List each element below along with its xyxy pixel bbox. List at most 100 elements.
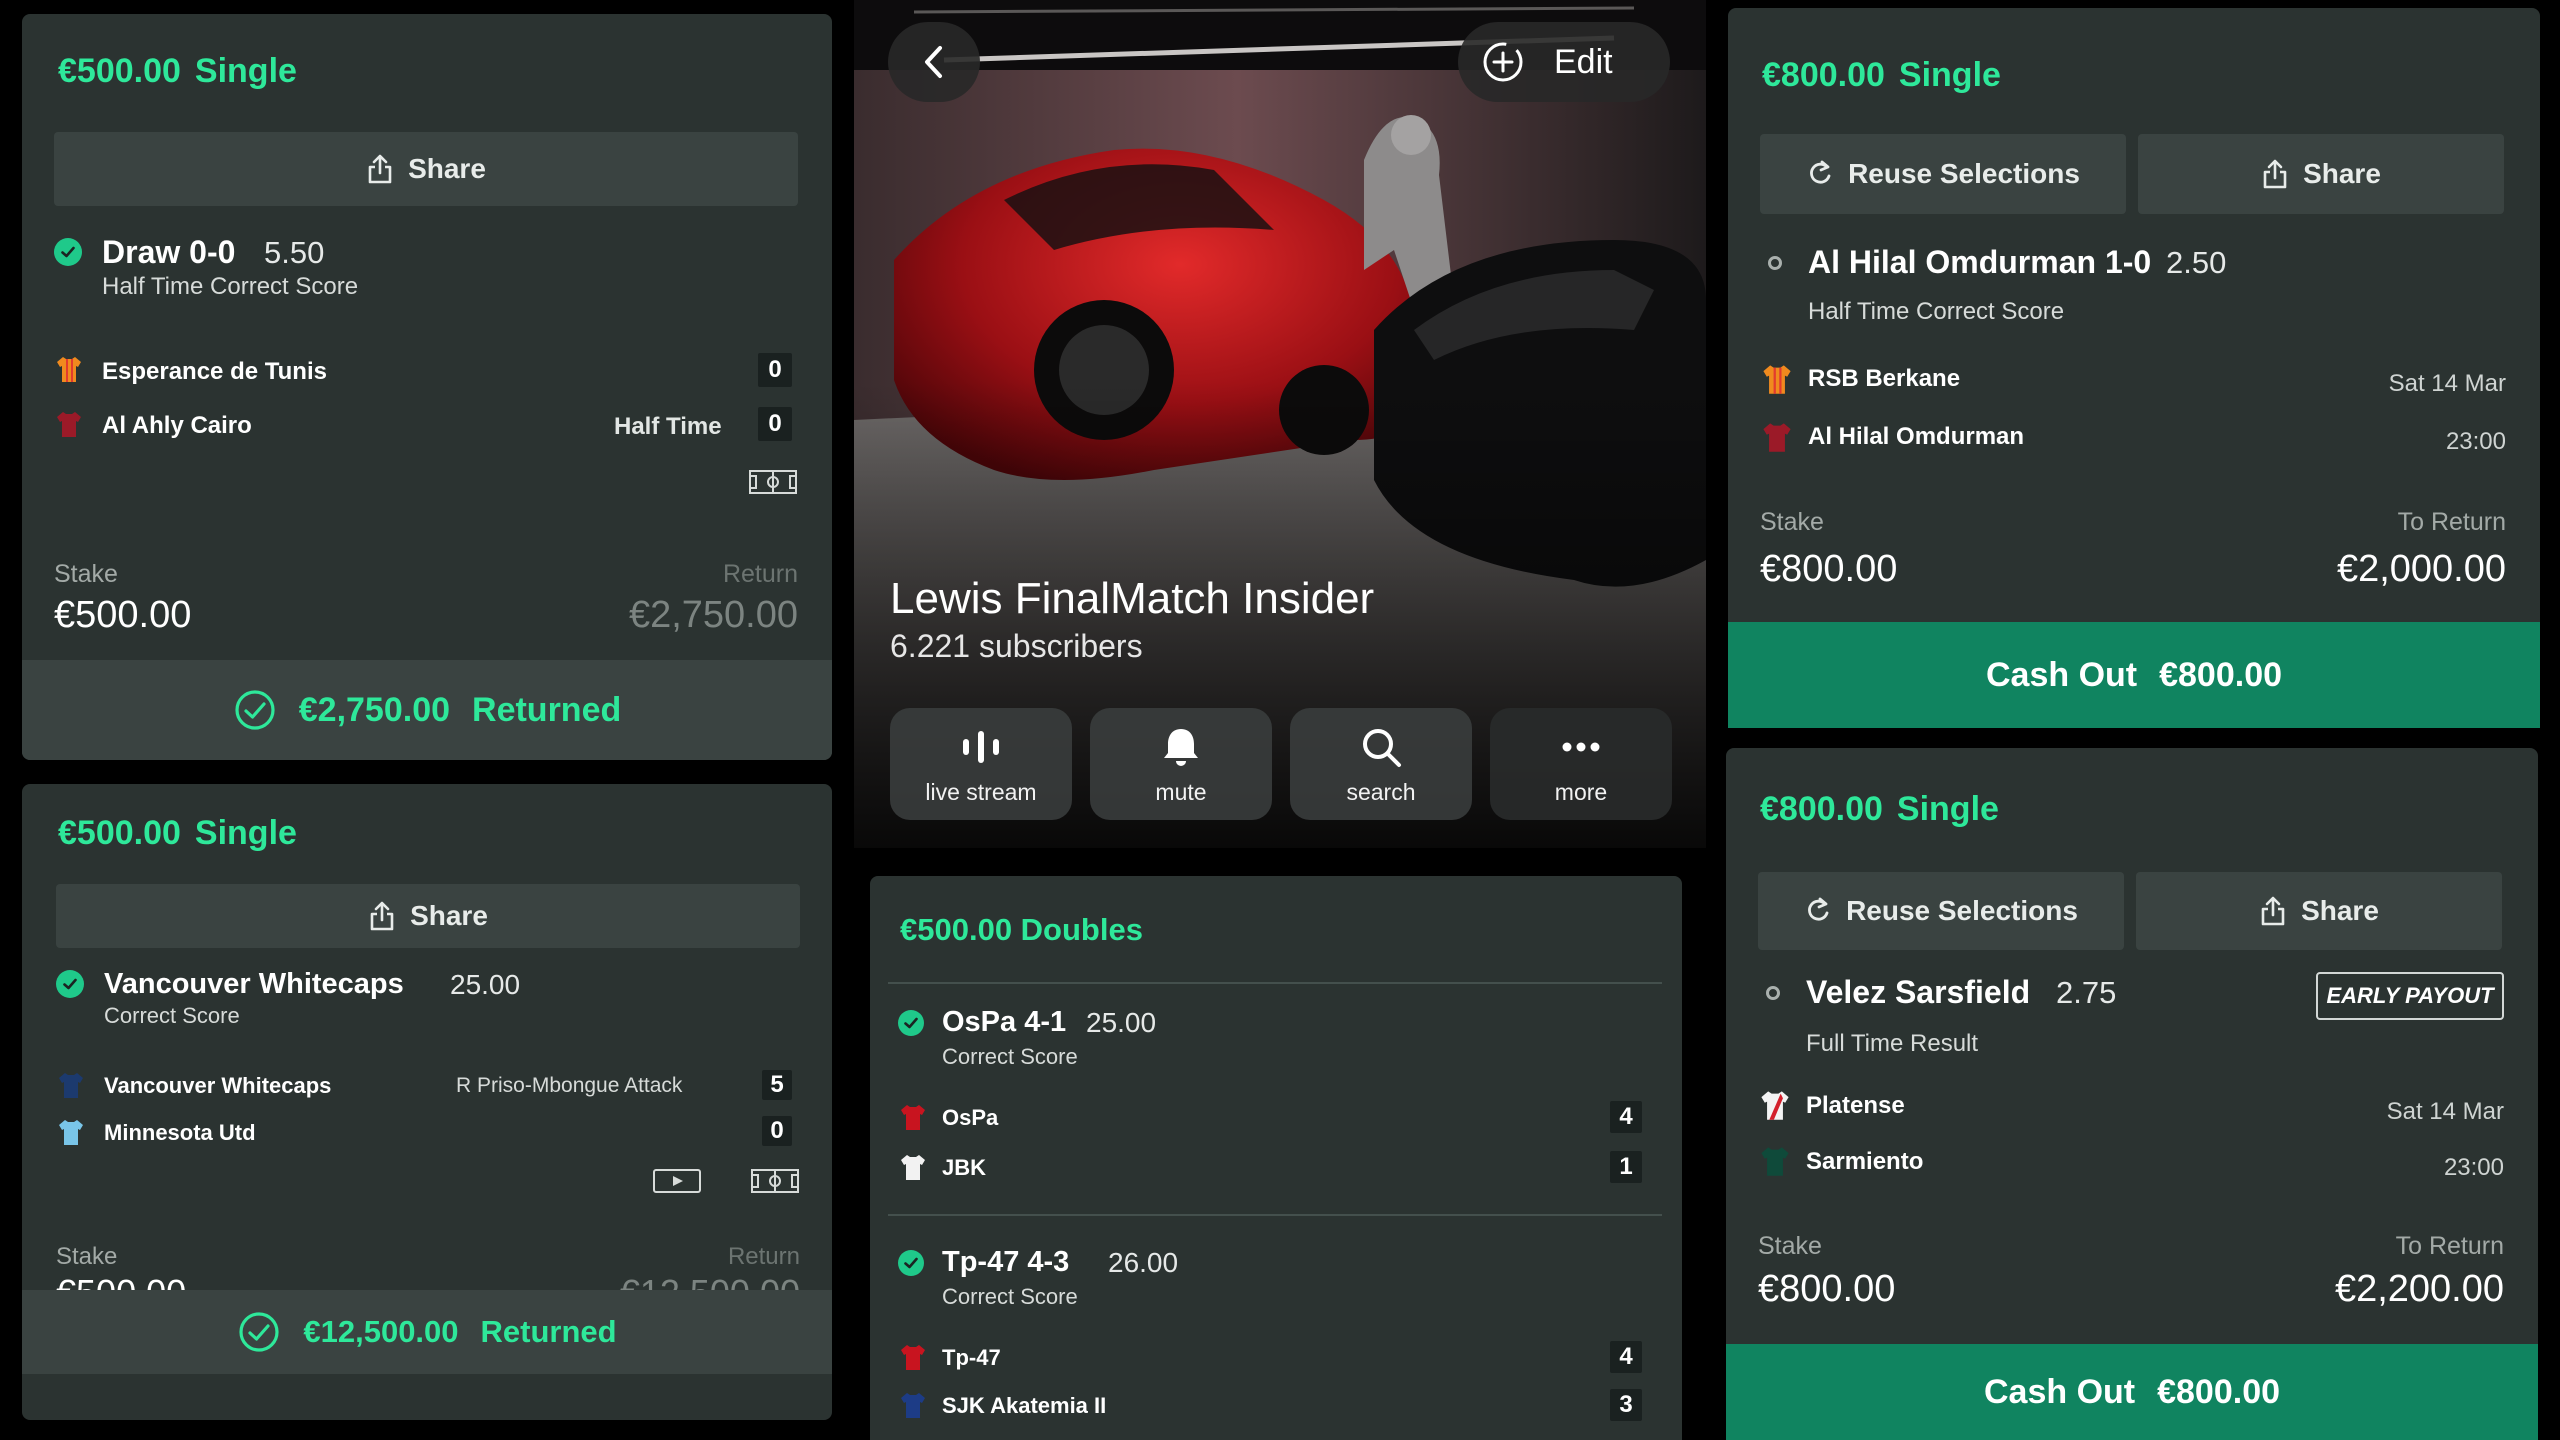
stake-value: €800.00 bbox=[1760, 548, 1898, 590]
returned-label: Returned bbox=[480, 1314, 617, 1349]
check-icon bbox=[898, 1010, 924, 1036]
return-value: €2,750.00 bbox=[628, 594, 798, 636]
bet-title: €800.00 Single bbox=[1760, 790, 1999, 829]
cash-out-label: Cash Out bbox=[1985, 655, 2138, 694]
stake-value: €800.00 bbox=[1758, 1268, 1896, 1310]
bet-amount: €800.00 bbox=[1760, 790, 1883, 828]
bet-card-4: €800.00 Single Reuse Selections Share Vel… bbox=[1726, 748, 2538, 1440]
share-button[interactable]: Share bbox=[2138, 134, 2504, 214]
team-name: SJK Akatemia II bbox=[942, 1393, 1107, 1418]
chevron-left-icon bbox=[925, 46, 942, 78]
button-label: search bbox=[1346, 778, 1416, 805]
team-score: 4 bbox=[1610, 1101, 1642, 1133]
edit-button[interactable]: Edit bbox=[1458, 22, 1670, 102]
bet-card-2: €500.00 Single Share Vancouver Whitecaps … bbox=[22, 784, 832, 1420]
stake-label: Stake bbox=[1760, 508, 1824, 536]
share-icon bbox=[366, 153, 394, 185]
search-button[interactable]: search bbox=[1290, 708, 1472, 820]
team-score: 5 bbox=[762, 1070, 792, 1100]
team-name: Sarmiento bbox=[1806, 1148, 1924, 1175]
button-label: live stream bbox=[925, 778, 1037, 805]
selection-odds: 25.00 bbox=[450, 969, 521, 1000]
channel-video-panel: Edit Lewis FinalMatch Insider 6.221 subs… bbox=[854, 0, 1706, 848]
team-score: 3 bbox=[1610, 1389, 1642, 1421]
reuse-selections-button[interactable]: Reuse Selections bbox=[1758, 872, 2124, 950]
team-shirt-icon bbox=[59, 1073, 83, 1098]
bet-type: Single bbox=[1898, 56, 2001, 94]
check-circle-icon bbox=[233, 688, 277, 732]
reuse-label: Reuse Selections bbox=[1846, 895, 2078, 926]
channel-name: Lewis FinalMatch Insider bbox=[890, 574, 1375, 623]
bet-amount: €800.00 bbox=[1762, 56, 1885, 94]
share-label: Share bbox=[410, 900, 488, 931]
return-label: To Return bbox=[2397, 508, 2506, 536]
selection-name: Tp-47 4-3 bbox=[942, 1246, 1070, 1278]
divider bbox=[888, 1214, 1662, 1216]
share-label: Share bbox=[408, 153, 486, 184]
pitch-icon[interactable] bbox=[748, 469, 798, 495]
return-value: €2,200.00 bbox=[2334, 1268, 2504, 1310]
returned-banner: €2,750.00 Returned bbox=[22, 660, 832, 760]
return-value: €2,000.00 bbox=[2336, 548, 2506, 590]
search-icon bbox=[1363, 728, 1401, 767]
bet-title: €800.00 Single bbox=[1762, 56, 2001, 95]
cash-out-amount: €800.00 bbox=[2157, 1372, 2281, 1411]
selection-name: Vancouver Whitecaps bbox=[104, 968, 404, 1000]
subscriber-count: 6.221 subscribers bbox=[890, 628, 1143, 664]
team-name: JBK bbox=[942, 1155, 987, 1180]
more-button[interactable]: more bbox=[1490, 708, 1672, 820]
market-name: Correct Score bbox=[942, 1044, 1078, 1069]
selection-name: OsPa 4-1 bbox=[942, 1006, 1067, 1038]
cash-out-button[interactable]: Cash Out €800.00 bbox=[1726, 1344, 2538, 1440]
returned-amount: €12,500.00 bbox=[303, 1314, 459, 1349]
team-shirt-icon bbox=[901, 1393, 925, 1418]
team-shirt-icon bbox=[1763, 365, 1791, 394]
button-label: more bbox=[1554, 778, 1608, 805]
team-shirt-icon bbox=[901, 1155, 925, 1180]
bet-type: Single bbox=[1896, 790, 1999, 828]
reuse-label: Reuse Selections bbox=[1848, 158, 2080, 189]
pitch-icon[interactable] bbox=[750, 1168, 800, 1194]
reuse-icon bbox=[1806, 158, 1834, 190]
team-name: Tp-47 bbox=[942, 1345, 1001, 1370]
cash-out-button[interactable]: Cash Out €800.00 bbox=[1728, 622, 2540, 728]
team-shirt-icon bbox=[57, 412, 81, 437]
team-shirt-icon bbox=[1763, 423, 1791, 452]
team-shirt-icon bbox=[1761, 1091, 1789, 1120]
reuse-selections-button[interactable]: Reuse Selections bbox=[1760, 134, 2126, 214]
match-date: Sat 14 Mar bbox=[2388, 370, 2506, 397]
mute-button[interactable]: mute bbox=[1090, 708, 1272, 820]
team-score: 1 bbox=[1610, 1151, 1642, 1183]
bet-title: €500.00 Doubles bbox=[900, 912, 1143, 947]
share-button[interactable]: Share bbox=[2136, 872, 2502, 950]
team-shirt-icon bbox=[59, 1120, 83, 1145]
button-label: mute bbox=[1155, 778, 1207, 805]
play-video-icon[interactable] bbox=[652, 1168, 702, 1194]
bet-title: €500.00 Single bbox=[58, 814, 297, 853]
team-name: Vancouver Whitecaps bbox=[104, 1073, 332, 1098]
team-shirt-icon bbox=[901, 1105, 925, 1130]
back-button[interactable] bbox=[888, 22, 980, 102]
match-time: 23:00 bbox=[2443, 1154, 2504, 1181]
team-name: Al Hilal Omdurman bbox=[1808, 423, 2025, 450]
check-icon bbox=[54, 238, 82, 266]
return-label: Return bbox=[727, 1243, 800, 1270]
share-label: Share bbox=[2301, 895, 2379, 926]
bet-card-3: €800.00 Single Reuse Selections Share Al … bbox=[1728, 8, 2540, 728]
live-stream-button[interactable]: live stream bbox=[890, 708, 1072, 820]
team-name: Minnesota Utd bbox=[104, 1120, 256, 1145]
bet-title: €500.00 Single bbox=[58, 52, 297, 91]
returned-banner: €12,500.00 Returned bbox=[22, 1290, 832, 1374]
selection-odds: 2.75 bbox=[2056, 975, 2117, 1010]
pending-icon bbox=[1768, 256, 1782, 270]
market-name: Correct Score bbox=[104, 1003, 240, 1028]
bet-type: Single bbox=[194, 814, 297, 852]
share-button[interactable]: Share bbox=[56, 884, 800, 948]
market-name: Correct Score bbox=[942, 1284, 1078, 1309]
cash-out-label: Cash Out bbox=[1983, 1372, 2136, 1411]
edit-label: Edit bbox=[1554, 42, 1613, 81]
share-button[interactable]: Share bbox=[54, 132, 798, 206]
cash-out-amount: €800.00 bbox=[2159, 655, 2283, 694]
selection-name: Al Hilal Omdurman 1-0 bbox=[1808, 244, 2152, 280]
team-shirt-icon bbox=[57, 357, 81, 382]
